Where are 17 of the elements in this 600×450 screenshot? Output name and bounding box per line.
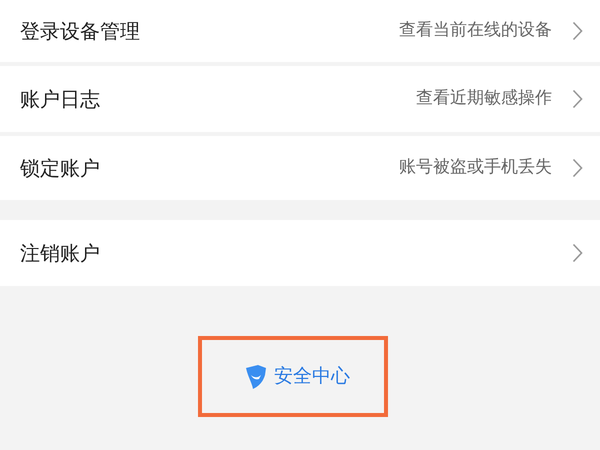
row-label: 锁定账户 (20, 155, 100, 182)
shield-icon (244, 364, 268, 390)
row-detail: 账号被盗或手机丢失 (399, 156, 552, 180)
row-detail: 查看近期敏感操作 (416, 87, 552, 110)
row-detail: 查看当前在线的设备 (399, 19, 552, 42)
chevron-right-icon (572, 243, 583, 263)
settings-row[interactable]: 登录设备管理 查看当前在线的设备 (0, 0, 600, 62)
settings-row[interactable]: 锁定账户 账号被盗或手机丢失 (0, 136, 600, 200)
row-label: 账户日志 (20, 86, 100, 113)
chevron-right-icon (572, 158, 583, 178)
chevron-right-icon (572, 21, 583, 41)
settings-row[interactable]: 注销账户 (0, 220, 600, 286)
security-center-link[interactable]: 安全中心 (244, 362, 350, 391)
row-label: 注销账户 (20, 240, 100, 267)
row-label: 登录设备管理 (20, 18, 140, 45)
chevron-right-icon (572, 89, 583, 109)
settings-row[interactable]: 账户日志 查看近期敏感操作 (0, 66, 600, 132)
